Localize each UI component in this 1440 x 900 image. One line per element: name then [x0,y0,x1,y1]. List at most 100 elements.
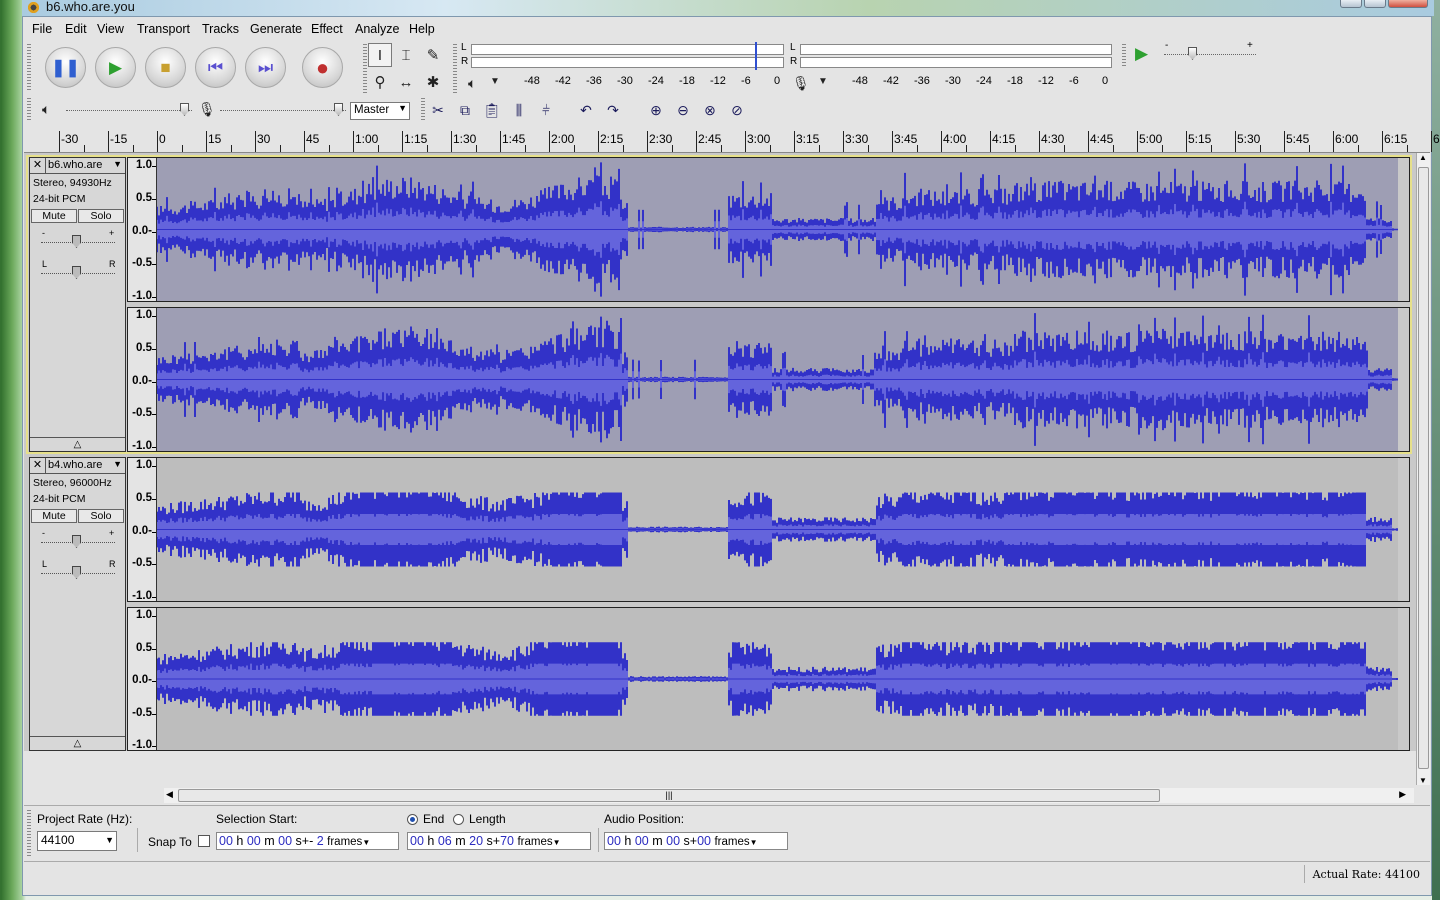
menu-analyze[interactable]: Analyze [355,22,399,36]
scroll-left-icon[interactable]: ◀ [166,789,173,800]
skip-start-button[interactable]: ⏮ [195,47,236,88]
record-meter-menu-icon[interactable]: ▼ [818,76,828,87]
toolbar-grip[interactable] [27,44,31,92]
record-meter-left[interactable] [800,44,1112,55]
track-name-menu[interactable]: b4.who.are [48,459,102,471]
zoom-in-button[interactable]: ⊕ [644,98,668,122]
menu-generate[interactable]: Generate [250,22,302,36]
skip-end-button[interactable]: ⏭ [245,47,286,88]
scroll-right-icon[interactable]: ▶ [1399,789,1406,800]
close-button[interactable] [1388,0,1428,8]
paste-button[interactable]: 📋︎ [480,98,504,122]
mute-button[interactable]: Mute [31,509,77,523]
selection-toolbar-grip[interactable] [27,810,31,856]
play-speed-thumb[interactable] [1188,47,1197,60]
input-source-select[interactable]: Master ▼ [350,102,410,120]
mute-button[interactable]: Mute [31,209,77,223]
window-titlebar[interactable]: b6.who.are.you [22,0,1434,16]
record-meter-right[interactable] [800,57,1112,68]
cut-button[interactable]: ✂ [426,98,450,122]
track-control-panel[interactable]: ✕ b6.who.are ▼ Stereo, 94930Hz 24-bit PC… [29,157,126,452]
chevron-down-icon[interactable]: ▼ [750,838,758,847]
zoom-out-button[interactable]: ⊖ [671,98,695,122]
redo-button[interactable]: ↷ [601,98,625,122]
horizontal-scroll-thumb[interactable]: ||| [178,789,1160,802]
trim-button[interactable]: ⫼ [507,98,531,122]
input-volume-thumb[interactable] [334,103,343,116]
vertical-scroll-thumb[interactable] [1418,167,1429,769]
chevron-down-icon[interactable]: ▼ [113,459,122,469]
solo-button[interactable]: Solo [78,209,124,223]
pan-slider[interactable] [41,566,115,580]
copy-button[interactable]: ⧉ [453,98,477,122]
stop-button[interactable]: ■ [145,47,186,88]
fit-project-button[interactable]: ⊘ [725,98,749,122]
play-button[interactable]: ▶ [95,47,136,88]
output-volume-thumb[interactable] [180,103,189,116]
microphone-icon[interactable]: 🎙︎ [792,75,810,92]
record-button[interactable]: ● [302,47,343,88]
project-rate-select[interactable]: 44100 ▼ [37,831,117,851]
zoom-tool[interactable]: ⚲ [368,70,392,94]
length-radio[interactable] [453,814,464,825]
play-at-speed-icon[interactable]: ▶ [1135,44,1148,64]
vertical-scrollbar[interactable]: ▲ ▼ [1416,153,1430,785]
close-track-button[interactable]: ✕ [30,158,46,174]
pan-slider-thumb[interactable] [72,266,81,279]
pan-slider-thumb[interactable] [72,566,81,579]
audio-position-field[interactable]: 00 h 00 m 00 s+00 frames▼ [604,832,788,850]
menu-help[interactable]: Help [409,22,435,36]
multi-tool[interactable]: ✱ [421,70,445,94]
speaker-icon[interactable]: 🔈︎ [468,75,476,92]
gain-slider-thumb[interactable] [72,235,81,248]
scroll-up-icon[interactable]: ▲ [1419,153,1427,162]
end-radio[interactable] [407,814,418,825]
mixer-grip[interactable] [27,98,31,122]
timeline-ruler[interactable]: -30 -15 0 15 30 45 1:00 1:15 1:30 1:45 2:00 2:15 2:3… [24,127,1440,153]
envelope-tool[interactable]: ⌶ [394,43,418,67]
timeshift-tool[interactable]: ↔ [394,70,418,94]
track-name-menu[interactable]: b6.who.are [48,159,102,171]
fit-selection-button[interactable]: ⊗ [698,98,722,122]
scroll-down-icon[interactable]: ▼ [1419,776,1427,785]
close-track-button[interactable]: ✕ [30,458,46,474]
gain-slider-thumb[interactable] [72,535,81,548]
pan-slider[interactable] [41,266,115,280]
play-meter-left[interactable] [471,44,784,55]
menu-tracks[interactable]: Tracks [202,22,239,36]
meter-grip[interactable] [453,44,457,94]
draw-tool[interactable]: ✎ [421,43,445,67]
snap-to-checkbox[interactable] [198,835,210,847]
selection-tool[interactable]: I [368,43,392,67]
chevron-down-icon[interactable]: ▼ [553,838,561,847]
selection-end-field[interactable]: 00 h 06 m 20 s+70 frames▼ [407,832,591,850]
play-speed-slider[interactable] [1164,46,1256,62]
menu-transport[interactable]: Transport [137,22,190,36]
minimize-button[interactable] [1340,0,1362,8]
selection-start-field[interactable]: 00 h 00 m 00 s+- 2 frames▼ [216,832,399,850]
gain-slider[interactable] [41,235,115,249]
undo-button[interactable]: ↶ [574,98,598,122]
edit-grip[interactable] [421,98,425,122]
collapse-track-button[interactable]: △ [30,437,125,451]
menu-effect[interactable]: Effect [311,22,343,36]
track-control-panel[interactable]: ✕ b4.who.are ▼ Stereo, 96000Hz 24-bit PC… [29,457,126,751]
gain-slider[interactable] [41,535,115,549]
horizontal-scrollbar[interactable]: ◀ ||| ▶ [164,788,1414,803]
tools-grip[interactable] [363,44,367,94]
chevron-down-icon[interactable]: ▼ [362,838,370,847]
output-volume-slider[interactable] [66,102,192,118]
menu-file[interactable]: File [32,22,52,36]
chevron-down-icon[interactable]: ▼ [113,159,122,169]
play-meter-menu-icon[interactable]: ▼ [490,76,500,87]
maximize-button[interactable] [1364,0,1386,8]
solo-button[interactable]: Solo [78,509,124,523]
collapse-track-button[interactable]: △ [30,736,125,750]
pause-button[interactable]: ❚❚ [45,47,86,88]
playspeed-grip[interactable] [1122,44,1126,68]
input-volume-slider[interactable] [220,102,346,118]
menu-edit[interactable]: Edit [65,22,87,36]
silence-button[interactable]: ⫩ [534,98,558,122]
play-meter-right[interactable] [471,57,784,68]
menu-view[interactable]: View [97,22,124,36]
